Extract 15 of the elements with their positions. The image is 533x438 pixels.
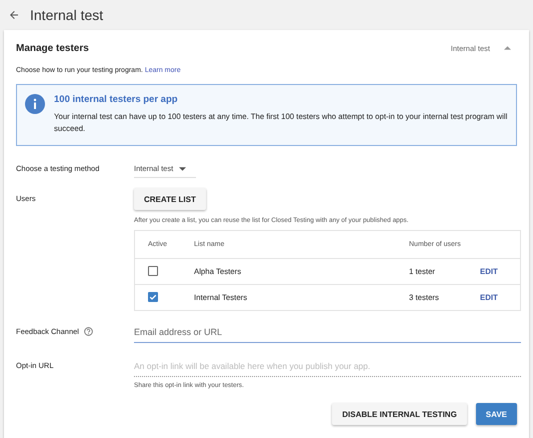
- optin-url-field[interactable]: An opt-in link will be available here when you publish your app.: [134, 361, 521, 377]
- checkbox[interactable]: [148, 266, 158, 276]
- info-icon: [25, 94, 45, 114]
- section-title: Manage testers: [16, 42, 89, 54]
- back-arrow-icon[interactable]: [8, 9, 20, 21]
- disable-button[interactable]: DISABLE INTERNAL TESTING: [332, 403, 467, 425]
- page-title: Internal test: [30, 7, 104, 23]
- caret-icon: [179, 166, 186, 170]
- checkbox[interactable]: [148, 292, 158, 302]
- create-list-button[interactable]: CREATE LIST: [134, 188, 206, 210]
- collapse-caret-icon[interactable]: [504, 46, 511, 50]
- banner-title: 100 internal testers per app: [54, 94, 179, 105]
- help-icon[interactable]: [84, 327, 93, 336]
- feedback-input[interactable]: Email address or URL: [134, 327, 521, 343]
- save-button[interactable]: SAVE: [476, 403, 517, 425]
